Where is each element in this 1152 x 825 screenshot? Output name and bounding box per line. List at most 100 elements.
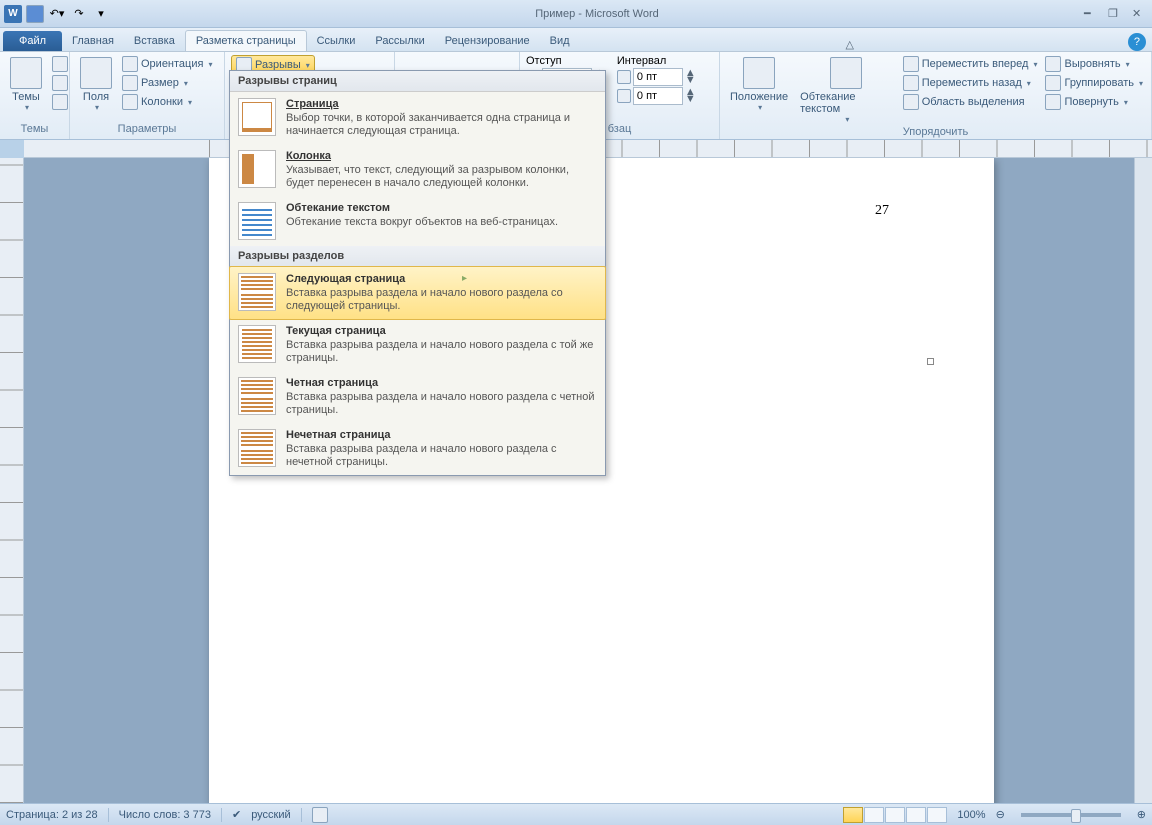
title-bar: W ↶▾ ↷ ▾ Пример - Microsoft Word ━ ❐ ✕ — [0, 0, 1152, 28]
next-page-break-icon — [238, 273, 276, 311]
tab-mailings[interactable]: Рассылки — [365, 31, 434, 51]
align-icon — [1045, 56, 1061, 72]
effects-icon — [52, 94, 68, 110]
zoom-in-button[interactable]: ⊕ — [1137, 808, 1146, 821]
macro-icon[interactable] — [312, 807, 328, 823]
themes-label: Темы — [12, 91, 40, 103]
dd-item-next-page[interactable]: Следующая страницаВставка разрыва раздел… — [229, 266, 606, 320]
themes-button[interactable]: Темы — [6, 55, 46, 123]
tab-insert[interactable]: Вставка — [124, 31, 185, 51]
close-icon[interactable]: ✕ — [1132, 7, 1148, 21]
window-title: Пример - Microsoft Word — [110, 8, 1084, 20]
columns-icon — [122, 94, 138, 110]
spacing-before-icon — [617, 70, 631, 84]
orientation-button[interactable]: Ориентация — [120, 55, 214, 73]
view-print-layout[interactable] — [843, 807, 863, 823]
group-pagesetup-label: Параметры — [76, 123, 218, 138]
dd-item-even-page[interactable]: Четная страницаВставка разрыва раздела и… — [230, 371, 605, 423]
dd-item-column[interactable]: КолонкаУказывает, что текст, следующий з… — [230, 144, 605, 196]
continuous-break-icon — [238, 325, 276, 363]
dd-item-continuous[interactable]: Текущая страницаВставка разрыва раздела … — [230, 319, 605, 371]
breaks-dropdown: Разрывы страниц СтраницаВыбор точки, в к… — [229, 70, 606, 476]
send-backward-button[interactable]: Переместить назад — [901, 74, 1040, 92]
undo-button[interactable]: ↶▾ — [48, 5, 66, 23]
tab-view[interactable]: Вид — [540, 31, 580, 51]
orientation-icon — [122, 56, 138, 72]
paragraph-marker — [927, 358, 934, 365]
wrap-icon — [830, 57, 862, 89]
status-words[interactable]: Число слов: 3 773 — [119, 809, 211, 821]
ribbon-minimize-icon[interactable]: △ — [846, 38, 862, 51]
themes-icon — [10, 57, 42, 89]
margins-button[interactable]: Поля — [76, 55, 116, 123]
rotate-button[interactable]: Повернуть — [1043, 93, 1145, 111]
page-number: 27 — [875, 203, 889, 219]
view-draft[interactable] — [927, 807, 947, 823]
help-icon[interactable]: ? — [1128, 33, 1146, 51]
status-page[interactable]: Страница: 2 из 28 — [6, 809, 98, 821]
zoom-out-button[interactable]: ⊖ — [996, 808, 1005, 821]
view-buttons — [843, 807, 947, 823]
columns-button[interactable]: Колонки — [120, 93, 214, 111]
theme-colors-button[interactable] — [50, 55, 70, 73]
column-break-icon — [238, 150, 276, 188]
margins-label: Поля — [83, 91, 109, 103]
status-language[interactable]: русский — [251, 809, 290, 821]
bring-forward-button[interactable]: Переместить вперед — [901, 55, 1040, 73]
selection-pane-button[interactable]: Область выделения — [901, 93, 1040, 111]
dd-section-section-breaks: Разрывы разделов — [230, 246, 605, 267]
theme-fonts-button[interactable] — [50, 74, 70, 92]
spacing-after-icon — [617, 89, 631, 103]
tab-page-layout[interactable]: Разметка страницы — [185, 30, 307, 51]
position-button[interactable]: Положение — [726, 55, 792, 126]
word-icon: W — [4, 5, 22, 23]
minimize-icon[interactable]: ━ — [1084, 7, 1100, 21]
tab-home[interactable]: Главная — [62, 31, 124, 51]
margins-icon — [80, 57, 112, 89]
colors-icon — [52, 56, 68, 72]
page-break-icon — [238, 98, 276, 136]
tab-review[interactable]: Рецензирование — [435, 31, 540, 51]
spellcheck-icon[interactable]: ✔ — [232, 808, 241, 821]
group-button[interactable]: Группировать — [1043, 74, 1145, 92]
group-arrange-label: Упорядочить — [726, 126, 1145, 138]
spacing-after-spinner[interactable]: ▲▼ — [617, 87, 696, 105]
zoom-slider[interactable] — [1021, 813, 1121, 817]
wrap-button[interactable]: Обтекание текстом — [796, 55, 897, 126]
text-wrap-icon — [238, 202, 276, 240]
ribbon-tabs: Файл Главная Вставка Разметка страницы С… — [0, 28, 1152, 52]
redo-button[interactable]: ↷ — [70, 5, 88, 23]
bring-forward-icon — [903, 56, 919, 72]
odd-page-break-icon — [238, 429, 276, 467]
group-icon — [1045, 75, 1061, 91]
fonts-icon — [52, 75, 68, 91]
qat-customize[interactable]: ▾ — [92, 5, 110, 23]
theme-effects-button[interactable] — [50, 93, 70, 111]
dd-item-odd-page[interactable]: Нечетная страницаВставка разрыва раздела… — [230, 423, 605, 475]
even-page-break-icon — [238, 377, 276, 415]
dd-item-text-wrap[interactable]: Обтекание текстомОбтекание текста вокруг… — [230, 196, 605, 246]
send-backward-icon — [903, 75, 919, 91]
indent-label: Отступ — [526, 55, 605, 67]
selection-pane-icon — [903, 94, 919, 110]
spacing-before-spinner[interactable]: ▲▼ — [617, 68, 696, 86]
align-button[interactable]: Выровнять — [1043, 55, 1145, 73]
view-web[interactable] — [885, 807, 905, 823]
save-button[interactable] — [26, 5, 44, 23]
dd-section-page-breaks: Разрывы страниц — [230, 71, 605, 92]
view-outline[interactable] — [906, 807, 926, 823]
size-icon — [122, 75, 138, 91]
size-button[interactable]: Размер — [120, 74, 214, 92]
status-zoom[interactable]: 100% — [957, 809, 985, 821]
group-themes-label: Темы — [6, 123, 63, 138]
tab-file[interactable]: Файл — [3, 31, 62, 51]
dd-item-page[interactable]: СтраницаВыбор точки, в которой заканчива… — [230, 92, 605, 144]
tab-references[interactable]: Ссылки — [307, 31, 366, 51]
view-full-screen[interactable] — [864, 807, 884, 823]
spacing-label: Интервал — [617, 55, 696, 67]
status-bar: Страница: 2 из 28 Число слов: 3 773 ✔ ру… — [0, 803, 1152, 825]
vertical-scrollbar[interactable] — [1134, 158, 1152, 803]
restore-icon[interactable]: ❐ — [1108, 7, 1124, 21]
position-icon — [743, 57, 775, 89]
vertical-ruler[interactable] — [0, 158, 24, 803]
